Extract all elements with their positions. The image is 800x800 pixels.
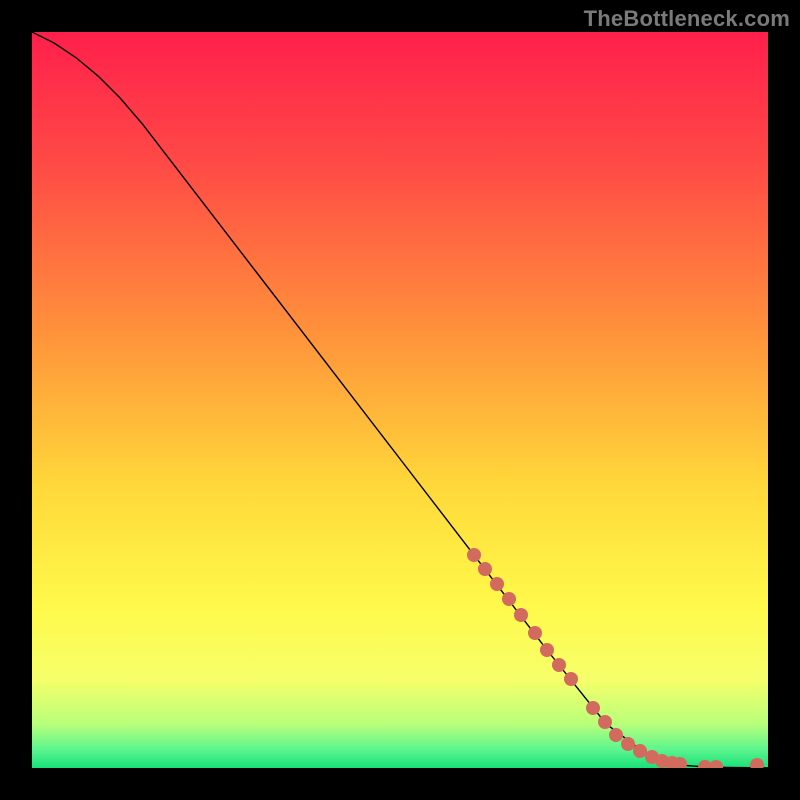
data-marker [540, 643, 554, 657]
dots-layer [32, 32, 768, 768]
watermark-text: TheBottleneck.com [584, 6, 790, 32]
data-marker [709, 760, 723, 768]
data-marker [514, 608, 528, 622]
plot-area [32, 32, 768, 768]
data-marker [673, 757, 687, 768]
data-marker [552, 658, 566, 672]
data-marker [478, 562, 492, 576]
data-marker [528, 626, 542, 640]
data-marker [490, 577, 504, 591]
data-marker [467, 548, 481, 562]
data-marker [564, 672, 578, 686]
data-marker [598, 715, 612, 729]
data-marker [750, 758, 764, 768]
data-marker [502, 592, 516, 606]
data-marker [586, 701, 600, 715]
chart-stage: TheBottleneck.com [0, 0, 800, 800]
